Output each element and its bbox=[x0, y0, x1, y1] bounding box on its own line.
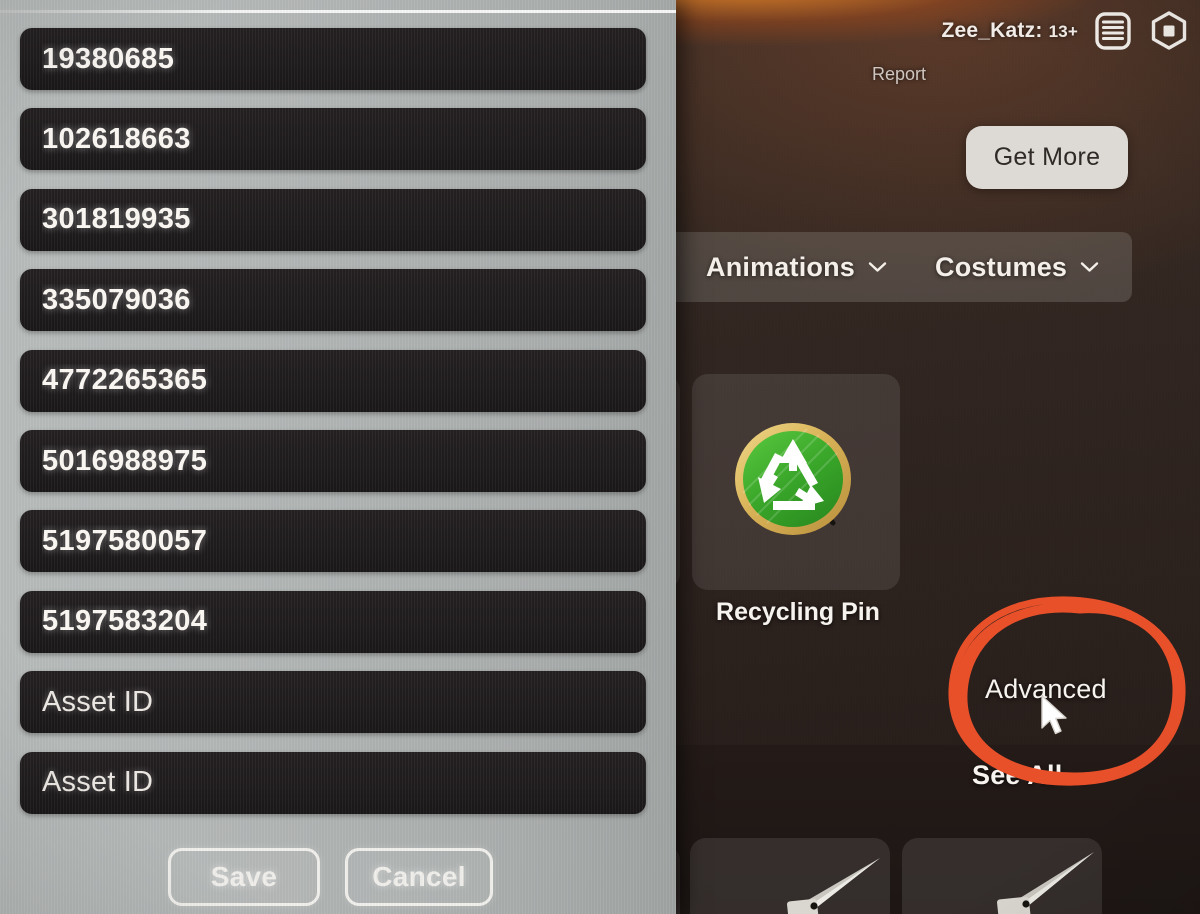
bottom-item-card-1[interactable] bbox=[690, 838, 890, 914]
recycling-pin-icon bbox=[735, 423, 851, 535]
item-card-recycling-pin[interactable] bbox=[692, 374, 900, 590]
category-tab-strip: Animations Costumes bbox=[660, 232, 1132, 302]
asset-id-field-7[interactable] bbox=[20, 510, 646, 573]
asset-id-field-10[interactable] bbox=[20, 751, 646, 814]
asset-id-dialog: Save Cancel bbox=[0, 0, 676, 914]
username-age-label: Zee_Katz: 13+ bbox=[942, 19, 1078, 43]
chevron-down-icon bbox=[868, 262, 887, 272]
screenshot-stage: Zee_Katz: 13+ Report Get More Animations… bbox=[0, 0, 1200, 914]
item-card-label: Recycling Pin bbox=[716, 598, 880, 626]
asset-id-field-8[interactable] bbox=[20, 590, 646, 653]
save-button[interactable]: Save bbox=[168, 848, 320, 906]
asset-id-field-3[interactable] bbox=[20, 188, 646, 251]
asset-id-field-6[interactable] bbox=[20, 430, 646, 492]
roblox-logo-icon[interactable] bbox=[1148, 10, 1190, 52]
tab-costumes-label: Costumes bbox=[935, 251, 1068, 282]
mouse-cursor-icon bbox=[1041, 695, 1067, 735]
asset-id-field-1[interactable] bbox=[20, 28, 646, 90]
age-rating-label: 13+ bbox=[1048, 22, 1078, 41]
username-label: Zee_Katz: bbox=[941, 19, 1043, 42]
asset-id-field-5[interactable] bbox=[20, 349, 646, 412]
dialog-top-divider bbox=[0, 10, 676, 13]
asset-id-field-2[interactable] bbox=[20, 108, 646, 171]
bottom-item-card-2[interactable] bbox=[902, 838, 1102, 914]
tab-animations-label: Animations bbox=[706, 251, 856, 282]
blade-thumbnail-icon bbox=[787, 858, 880, 914]
top-status-bar: Zee_Katz: 13+ bbox=[660, 0, 1200, 62]
see-all-link[interactable]: See All → bbox=[972, 760, 1097, 791]
asset-id-field-4[interactable] bbox=[20, 269, 646, 332]
cancel-button[interactable]: Cancel bbox=[345, 848, 493, 906]
asset-id-field-9[interactable] bbox=[20, 671, 646, 734]
report-label[interactable]: Report bbox=[872, 64, 926, 85]
tab-animations[interactable]: Animations bbox=[706, 252, 887, 283]
tab-costumes[interactable]: Costumes bbox=[935, 252, 1099, 283]
blade-thumbnail-icon bbox=[997, 852, 1094, 914]
get-more-button[interactable]: Get More bbox=[966, 126, 1128, 189]
list-menu-icon[interactable] bbox=[1092, 10, 1134, 52]
chevron-down-icon bbox=[1080, 262, 1099, 272]
